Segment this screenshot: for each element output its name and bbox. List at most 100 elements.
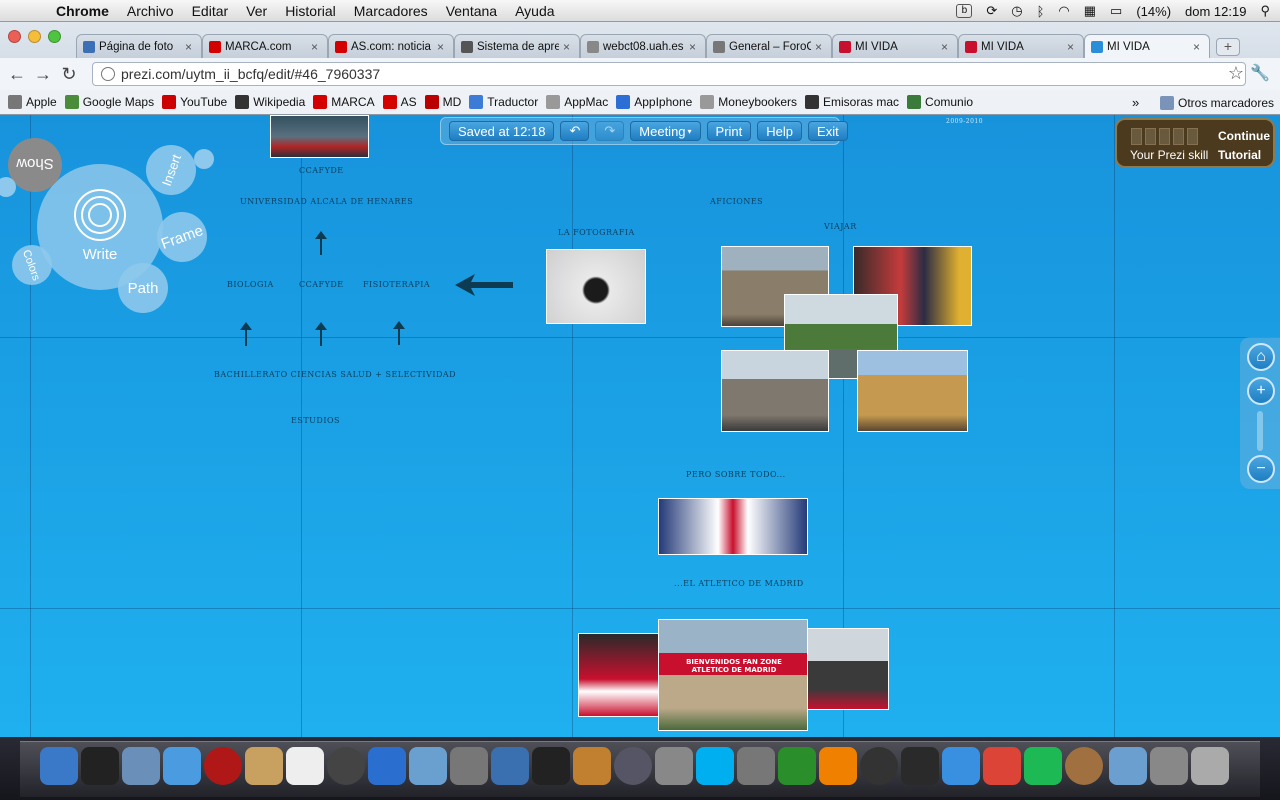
bookmark-4[interactable]: MARCA [313,95,375,109]
bookmark-2[interactable]: YouTube [162,95,227,109]
spotlight-icon[interactable]: ⚲ [1260,3,1270,19]
dock-dashboard-icon[interactable] [81,747,119,785]
menu-archivo[interactable]: Archivo [127,3,174,19]
bookmarks-overflow-chevron[interactable]: » [1132,95,1139,110]
menu-app-name[interactable]: Chrome [56,3,109,19]
meeting-button[interactable]: Meeting ▾ [630,121,701,141]
dock-address-book-icon[interactable] [245,747,283,785]
fan-zone-photo[interactable]: BIENVENIDOS FAN ZONE ATLETICO DE MADRID [658,619,808,731]
prezi-canvas[interactable]: CCAFYDE UNIVERSIDAD ALCALA DE HENARES BI… [0,115,1280,737]
zoom-window-button[interactable] [48,30,61,43]
ccafyde-label[interactable]: CCAFYDE [299,280,344,289]
viajar-label[interactable]: VIAJAR [824,222,857,231]
stadium-crowd-photo[interactable] [807,628,889,710]
new-tab-button[interactable]: + [1216,38,1240,56]
prezi-skill-widget[interactable]: Your Prezi skill Continue Tutorial [1115,118,1275,168]
dock-chrome-icon[interactable] [983,747,1021,785]
ccafyde-top-label[interactable]: CCAFYDE [299,166,344,175]
close-tab-icon[interactable]: × [689,40,699,54]
tab-4[interactable]: webct08.uah.es × [580,34,706,58]
year-tag[interactable]: 2009-2010 [946,118,983,125]
bookmark-7[interactable]: Traductor [469,95,538,109]
input-menu-icon[interactable]: ▦ [1084,3,1096,19]
bookmark-3[interactable]: Wikipedia [235,95,305,109]
back-arrow-icon[interactable]: ← [4,64,30,85]
dock-system-preferences-icon[interactable] [655,747,693,785]
close-tab-icon[interactable]: × [941,40,951,54]
dock-vlc-icon[interactable] [819,747,857,785]
tab-7[interactable]: MI VIDA × [958,34,1084,58]
bookmark-0[interactable]: Apple [8,95,57,109]
tab-2[interactable]: AS.com: noticia × [328,34,454,58]
dock-archive-icon[interactable] [1065,747,1103,785]
fan-photo[interactable] [578,633,660,717]
bookmark-1[interactable]: Google Maps [64,95,154,109]
sync-icon[interactable]: ⟳ [986,3,997,19]
arrow-up-icon[interactable] [393,321,405,345]
tab-0[interactable]: Página de foto × [76,34,202,58]
dock-garageband-icon[interactable] [573,747,611,785]
shapes-bubble[interactable] [194,149,214,169]
dock-iphoto-icon[interactable] [409,747,447,785]
bookmark-6[interactable]: MD [424,95,461,109]
ccafyde-group-photo[interactable] [270,115,369,158]
minimize-window-button[interactable] [28,30,41,43]
bookmark-8[interactable]: AppMac [546,95,608,109]
undo-icon[interactable]: ↶ [560,121,590,141]
forward-arrow-icon[interactable]: → [30,64,56,85]
address-bar[interactable]: prezi.com/uytm_ii_bcfq/edit/#46_7960337 [92,62,1246,86]
dock-ical-icon[interactable] [286,747,324,785]
close-tab-icon[interactable]: × [1067,40,1077,54]
menu-marcadores[interactable]: Marcadores [354,3,428,19]
menu-ventana[interactable]: Ventana [446,3,497,19]
bookmark-10[interactable]: Moneybookers [700,95,797,109]
atletico-label[interactable]: ...EL ATLETICO DE MADRID [674,579,804,588]
print-button[interactable]: Print [706,121,752,141]
atletico-player-photo[interactable] [658,498,808,555]
fotografia-label[interactable]: LA FOTOGRAFIA [558,228,635,237]
dock-preview-icon[interactable] [122,747,160,785]
close-tab-icon[interactable]: × [1193,40,1203,54]
bachillerato-label[interactable]: BACHILLERATO CIENCIAS SALUD + SELECTIVID… [214,370,456,379]
arrow-up-icon[interactable] [240,322,252,346]
bookmark-5[interactable]: AS [382,95,417,109]
dock-photo-booth-icon[interactable] [204,747,242,785]
dock-time-machine-icon[interactable] [860,747,898,785]
close-window-button[interactable] [8,30,21,43]
dock-imovie-icon[interactable] [532,747,570,785]
wifi-icon[interactable]: ◠ [1058,3,1069,19]
dock-finder-icon[interactable] [40,747,78,785]
dock-camera-icon[interactable] [901,747,939,785]
tab-3[interactable]: Sistema de apre × [454,34,580,58]
dock-automator-icon[interactable] [737,747,775,785]
tab-5[interactable]: General – ForoC × [706,34,832,58]
arrow-up-icon[interactable] [315,231,327,255]
dock-dvd-icon[interactable] [491,747,529,785]
home-icon[interactable]: ⌂ [1247,343,1275,371]
dock-messenger-icon[interactable] [942,747,980,785]
zoom-out-icon[interactable]: − [1247,455,1275,483]
dock-skype-icon[interactable] [696,747,734,785]
opera-house-photo[interactable] [857,350,968,432]
dock-image-capture-icon[interactable] [450,747,488,785]
aficiones-label[interactable]: AFICIONES [710,197,763,206]
clock[interactable]: dom 12:19 [1185,4,1246,19]
arrow-left-icon[interactable] [455,274,513,296]
close-tab-icon[interactable]: × [437,40,447,54]
bookmark-12[interactable]: Comunio [907,95,973,109]
menu-historial[interactable]: Historial [285,3,336,19]
dock-spotify-icon[interactable] [1024,747,1062,785]
bookmark-11[interactable]: Emisoras mac [805,95,899,109]
dock-documents-icon[interactable] [1150,747,1188,785]
fisioterapia-label[interactable]: FISIOTERAPIA [363,280,430,289]
close-tab-icon[interactable]: × [185,40,195,54]
reload-icon[interactable]: ↻ [56,64,82,85]
wrench-icon[interactable]: 🔧 [1250,63,1270,83]
close-tab-icon[interactable]: × [311,40,321,54]
close-tab-icon[interactable]: × [815,40,825,54]
menu-ayuda[interactable]: Ayuda [515,3,554,19]
url-text[interactable]: prezi.com/uytm_ii_bcfq/edit/#46_7960337 [121,66,380,82]
menu-editar[interactable]: Editar [192,3,229,19]
dock-trash-icon[interactable] [1191,747,1229,785]
zoom-in-icon[interactable]: + [1247,377,1275,405]
